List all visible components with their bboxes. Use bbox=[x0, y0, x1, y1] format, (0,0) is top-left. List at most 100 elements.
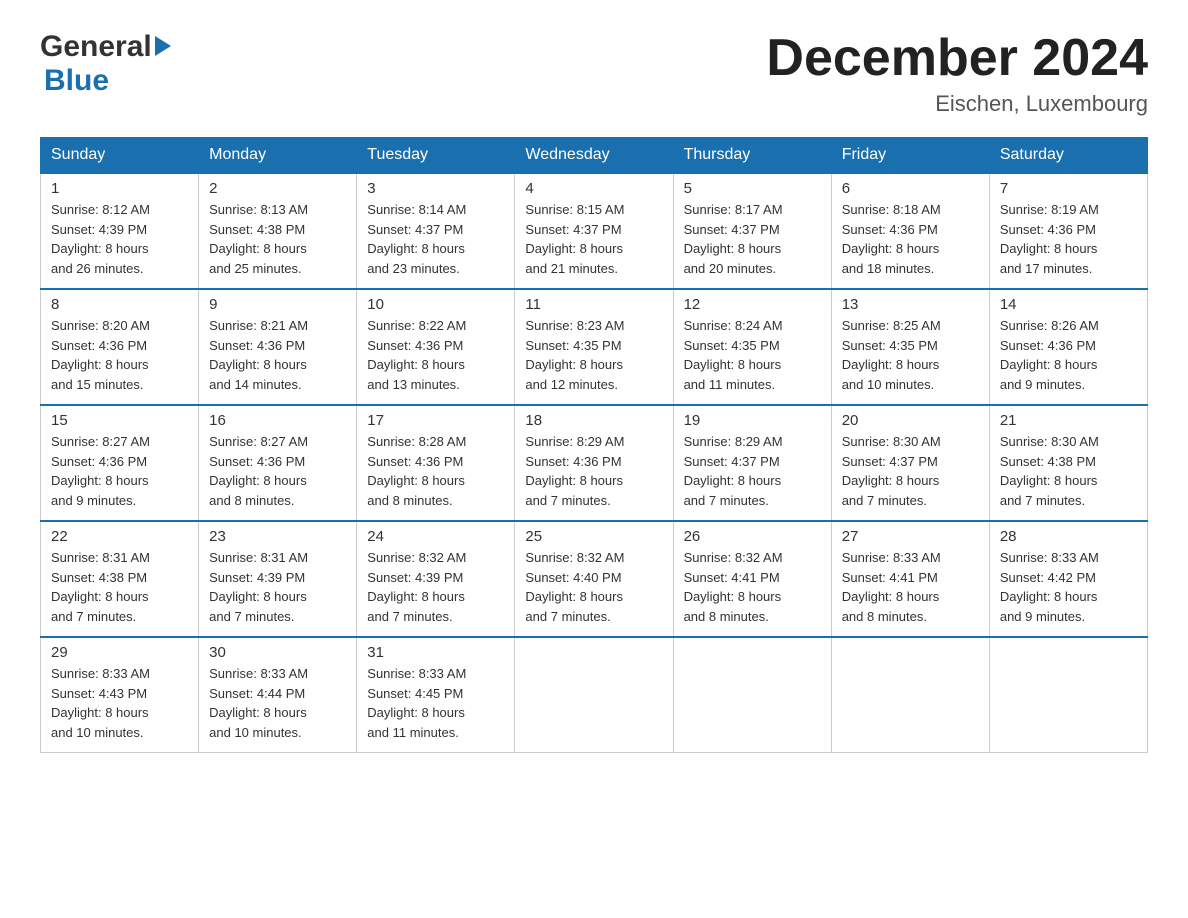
calendar-cell bbox=[673, 637, 831, 753]
calendar-cell: 8 Sunrise: 8:20 AM Sunset: 4:36 PM Dayli… bbox=[41, 289, 199, 405]
day-number: 5 bbox=[684, 180, 821, 197]
day-info: Sunrise: 8:25 AM Sunset: 4:35 PM Dayligh… bbox=[842, 316, 979, 394]
calendar-cell: 6 Sunrise: 8:18 AM Sunset: 4:36 PM Dayli… bbox=[831, 173, 989, 289]
logo-blue-text: Blue bbox=[44, 64, 109, 97]
calendar-cell: 21 Sunrise: 8:30 AM Sunset: 4:38 PM Dayl… bbox=[989, 405, 1147, 521]
calendar-cell: 1 Sunrise: 8:12 AM Sunset: 4:39 PM Dayli… bbox=[41, 173, 199, 289]
calendar-cell bbox=[515, 637, 673, 753]
day-number: 7 bbox=[1000, 180, 1137, 197]
day-info: Sunrise: 8:17 AM Sunset: 4:37 PM Dayligh… bbox=[684, 200, 821, 278]
day-number: 20 bbox=[842, 412, 979, 429]
calendar-cell: 27 Sunrise: 8:33 AM Sunset: 4:41 PM Dayl… bbox=[831, 521, 989, 637]
page-header: General Blue December 2024 Eischen, Luxe… bbox=[40, 30, 1148, 117]
day-number: 2 bbox=[209, 180, 346, 197]
day-info: Sunrise: 8:29 AM Sunset: 4:36 PM Dayligh… bbox=[525, 432, 662, 510]
calendar-cell: 9 Sunrise: 8:21 AM Sunset: 4:36 PM Dayli… bbox=[199, 289, 357, 405]
day-info: Sunrise: 8:26 AM Sunset: 4:36 PM Dayligh… bbox=[1000, 316, 1137, 394]
calendar-cell: 25 Sunrise: 8:32 AM Sunset: 4:40 PM Dayl… bbox=[515, 521, 673, 637]
day-info: Sunrise: 8:13 AM Sunset: 4:38 PM Dayligh… bbox=[209, 200, 346, 278]
day-info: Sunrise: 8:18 AM Sunset: 4:36 PM Dayligh… bbox=[842, 200, 979, 278]
day-number: 10 bbox=[367, 296, 504, 313]
calendar-cell: 4 Sunrise: 8:15 AM Sunset: 4:37 PM Dayli… bbox=[515, 173, 673, 289]
day-info: Sunrise: 8:31 AM Sunset: 4:38 PM Dayligh… bbox=[51, 548, 188, 626]
calendar-cell: 14 Sunrise: 8:26 AM Sunset: 4:36 PM Dayl… bbox=[989, 289, 1147, 405]
calendar-cell: 7 Sunrise: 8:19 AM Sunset: 4:36 PM Dayli… bbox=[989, 173, 1147, 289]
calendar-cell: 22 Sunrise: 8:31 AM Sunset: 4:38 PM Dayl… bbox=[41, 521, 199, 637]
calendar-cell: 18 Sunrise: 8:29 AM Sunset: 4:36 PM Dayl… bbox=[515, 405, 673, 521]
day-info: Sunrise: 8:32 AM Sunset: 4:39 PM Dayligh… bbox=[367, 548, 504, 626]
day-number: 16 bbox=[209, 412, 346, 429]
day-number: 30 bbox=[209, 644, 346, 661]
day-info: Sunrise: 8:33 AM Sunset: 4:42 PM Dayligh… bbox=[1000, 548, 1137, 626]
calendar-cell: 10 Sunrise: 8:22 AM Sunset: 4:36 PM Dayl… bbox=[357, 289, 515, 405]
day-info: Sunrise: 8:31 AM Sunset: 4:39 PM Dayligh… bbox=[209, 548, 346, 626]
day-number: 15 bbox=[51, 412, 188, 429]
calendar-cell bbox=[831, 637, 989, 753]
header-row: Sunday Monday Tuesday Wednesday Thursday… bbox=[41, 138, 1148, 174]
day-info: Sunrise: 8:30 AM Sunset: 4:37 PM Dayligh… bbox=[842, 432, 979, 510]
day-number: 26 bbox=[684, 528, 821, 545]
col-friday: Friday bbox=[831, 138, 989, 174]
day-number: 19 bbox=[684, 412, 821, 429]
calendar-cell: 26 Sunrise: 8:32 AM Sunset: 4:41 PM Dayl… bbox=[673, 521, 831, 637]
day-number: 23 bbox=[209, 528, 346, 545]
day-number: 1 bbox=[51, 180, 188, 197]
calendar-cell: 3 Sunrise: 8:14 AM Sunset: 4:37 PM Dayli… bbox=[357, 173, 515, 289]
calendar-cell: 16 Sunrise: 8:27 AM Sunset: 4:36 PM Dayl… bbox=[199, 405, 357, 521]
calendar-cell: 24 Sunrise: 8:32 AM Sunset: 4:39 PM Dayl… bbox=[357, 521, 515, 637]
day-number: 31 bbox=[367, 644, 504, 661]
day-info: Sunrise: 8:19 AM Sunset: 4:36 PM Dayligh… bbox=[1000, 200, 1137, 278]
day-info: Sunrise: 8:23 AM Sunset: 4:35 PM Dayligh… bbox=[525, 316, 662, 394]
day-info: Sunrise: 8:14 AM Sunset: 4:37 PM Dayligh… bbox=[367, 200, 504, 278]
day-number: 17 bbox=[367, 412, 504, 429]
col-tuesday: Tuesday bbox=[357, 138, 515, 174]
day-number: 11 bbox=[525, 296, 662, 313]
day-number: 3 bbox=[367, 180, 504, 197]
day-info: Sunrise: 8:33 AM Sunset: 4:43 PM Dayligh… bbox=[51, 664, 188, 742]
day-info: Sunrise: 8:20 AM Sunset: 4:36 PM Dayligh… bbox=[51, 316, 188, 394]
col-wednesday: Wednesday bbox=[515, 138, 673, 174]
day-number: 12 bbox=[684, 296, 821, 313]
day-info: Sunrise: 8:27 AM Sunset: 4:36 PM Dayligh… bbox=[209, 432, 346, 510]
day-info: Sunrise: 8:21 AM Sunset: 4:36 PM Dayligh… bbox=[209, 316, 346, 394]
day-info: Sunrise: 8:22 AM Sunset: 4:36 PM Dayligh… bbox=[367, 316, 504, 394]
calendar-cell: 5 Sunrise: 8:17 AM Sunset: 4:37 PM Dayli… bbox=[673, 173, 831, 289]
day-number: 14 bbox=[1000, 296, 1137, 313]
day-info: Sunrise: 8:33 AM Sunset: 4:45 PM Dayligh… bbox=[367, 664, 504, 742]
col-saturday: Saturday bbox=[989, 138, 1147, 174]
day-info: Sunrise: 8:28 AM Sunset: 4:36 PM Dayligh… bbox=[367, 432, 504, 510]
day-number: 21 bbox=[1000, 412, 1137, 429]
calendar-cell: 19 Sunrise: 8:29 AM Sunset: 4:37 PM Dayl… bbox=[673, 405, 831, 521]
title-area: December 2024 Eischen, Luxembourg bbox=[766, 30, 1148, 117]
calendar-week-1: 1 Sunrise: 8:12 AM Sunset: 4:39 PM Dayli… bbox=[41, 173, 1148, 289]
logo-general-text: General bbox=[40, 30, 152, 64]
calendar-cell: 20 Sunrise: 8:30 AM Sunset: 4:37 PM Dayl… bbox=[831, 405, 989, 521]
day-info: Sunrise: 8:12 AM Sunset: 4:39 PM Dayligh… bbox=[51, 200, 188, 278]
day-info: Sunrise: 8:15 AM Sunset: 4:37 PM Dayligh… bbox=[525, 200, 662, 278]
calendar-cell: 17 Sunrise: 8:28 AM Sunset: 4:36 PM Dayl… bbox=[357, 405, 515, 521]
calendar-cell bbox=[989, 637, 1147, 753]
day-info: Sunrise: 8:32 AM Sunset: 4:41 PM Dayligh… bbox=[684, 548, 821, 626]
logo: General Blue bbox=[40, 30, 171, 98]
calendar-week-2: 8 Sunrise: 8:20 AM Sunset: 4:36 PM Dayli… bbox=[41, 289, 1148, 405]
day-info: Sunrise: 8:33 AM Sunset: 4:41 PM Dayligh… bbox=[842, 548, 979, 626]
calendar-week-4: 22 Sunrise: 8:31 AM Sunset: 4:38 PM Dayl… bbox=[41, 521, 1148, 637]
calendar-cell: 15 Sunrise: 8:27 AM Sunset: 4:36 PM Dayl… bbox=[41, 405, 199, 521]
calendar-week-3: 15 Sunrise: 8:27 AM Sunset: 4:36 PM Dayl… bbox=[41, 405, 1148, 521]
day-number: 4 bbox=[525, 180, 662, 197]
day-number: 22 bbox=[51, 528, 188, 545]
day-number: 18 bbox=[525, 412, 662, 429]
calendar-table: Sunday Monday Tuesday Wednesday Thursday… bbox=[40, 137, 1148, 753]
day-info: Sunrise: 8:24 AM Sunset: 4:35 PM Dayligh… bbox=[684, 316, 821, 394]
day-number: 27 bbox=[842, 528, 979, 545]
day-number: 25 bbox=[525, 528, 662, 545]
day-number: 28 bbox=[1000, 528, 1137, 545]
calendar-cell: 23 Sunrise: 8:31 AM Sunset: 4:39 PM Dayl… bbox=[199, 521, 357, 637]
day-number: 24 bbox=[367, 528, 504, 545]
location-subtitle: Eischen, Luxembourg bbox=[766, 91, 1148, 117]
day-number: 9 bbox=[209, 296, 346, 313]
day-info: Sunrise: 8:27 AM Sunset: 4:36 PM Dayligh… bbox=[51, 432, 188, 510]
day-info: Sunrise: 8:30 AM Sunset: 4:38 PM Dayligh… bbox=[1000, 432, 1137, 510]
calendar-cell: 31 Sunrise: 8:33 AM Sunset: 4:45 PM Dayl… bbox=[357, 637, 515, 753]
day-info: Sunrise: 8:33 AM Sunset: 4:44 PM Dayligh… bbox=[209, 664, 346, 742]
